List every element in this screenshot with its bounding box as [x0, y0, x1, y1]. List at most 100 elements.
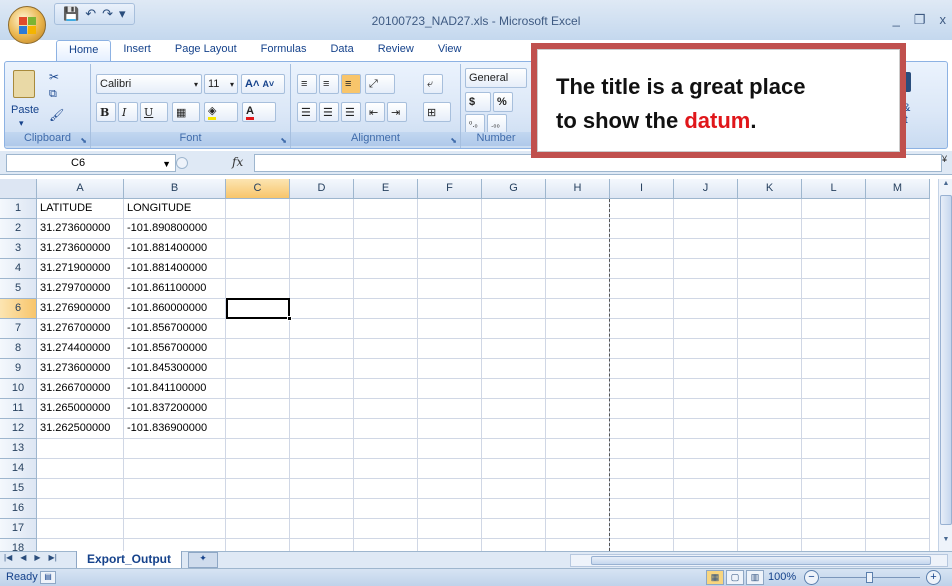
cell-c13[interactable] — [226, 439, 290, 459]
cell-e7[interactable] — [354, 319, 418, 339]
cell-d2[interactable] — [290, 219, 354, 239]
cell-a1[interactable]: LATITUDE — [37, 199, 124, 219]
fill-color-button[interactable]: ◈ — [204, 102, 238, 122]
cell-k3[interactable] — [738, 239, 802, 259]
cell-a2[interactable]: 31.273600000 — [37, 219, 124, 239]
cell-j8[interactable] — [674, 339, 738, 359]
cell-m7[interactable] — [866, 319, 930, 339]
select-all-corner[interactable] — [0, 179, 37, 199]
align-right-button[interactable]: ☰ — [341, 102, 361, 122]
cell-m10[interactable] — [866, 379, 930, 399]
cell-a12[interactable]: 31.262500000 — [37, 419, 124, 439]
cell-c16[interactable] — [226, 499, 290, 519]
cell-l17[interactable] — [802, 519, 866, 539]
font-size-select[interactable]: 11 ▾ — [204, 74, 238, 94]
cell-i11[interactable] — [610, 399, 674, 419]
cell-k11[interactable] — [738, 399, 802, 419]
cell-j17[interactable] — [674, 519, 738, 539]
sheet-tab-export-output[interactable]: Export_Output — [76, 551, 182, 569]
cell-k7[interactable] — [738, 319, 802, 339]
cell-i10[interactable] — [610, 379, 674, 399]
cell-d12[interactable] — [290, 419, 354, 439]
cell-c4[interactable] — [226, 259, 290, 279]
close-button[interactable]: x — [940, 12, 947, 28]
number-format-select[interactable]: General — [465, 68, 527, 88]
cell-m13[interactable] — [866, 439, 930, 459]
cell-l5[interactable] — [802, 279, 866, 299]
cell-m2[interactable] — [866, 219, 930, 239]
chevron-down-icon[interactable]: ▼ — [162, 156, 171, 172]
cell-j12[interactable] — [674, 419, 738, 439]
row-header-3[interactable]: 3 — [0, 239, 37, 259]
grow-shrink-font-buttons[interactable]: A˄ A˅ — [241, 74, 285, 94]
cell-j13[interactable] — [674, 439, 738, 459]
cell-h5[interactable] — [546, 279, 610, 299]
cell-g5[interactable] — [482, 279, 546, 299]
cell-h13[interactable] — [546, 439, 610, 459]
cell-b3[interactable]: -101.881400000 — [124, 239, 226, 259]
cell-f18[interactable] — [418, 539, 482, 551]
cell-b16[interactable] — [124, 499, 226, 519]
cell-m5[interactable] — [866, 279, 930, 299]
cell-g13[interactable] — [482, 439, 546, 459]
tab-formulas[interactable]: Formulas — [249, 40, 319, 62]
cell-l10[interactable] — [802, 379, 866, 399]
cell-h7[interactable] — [546, 319, 610, 339]
cell-d3[interactable] — [290, 239, 354, 259]
cell-m16[interactable] — [866, 499, 930, 519]
cell-l6[interactable] — [802, 299, 866, 319]
cell-c2[interactable] — [226, 219, 290, 239]
cell-e15[interactable] — [354, 479, 418, 499]
vertical-scroll-thumb[interactable] — [940, 195, 952, 525]
cell-d13[interactable] — [290, 439, 354, 459]
row-header-15[interactable]: 15 — [0, 479, 37, 499]
cell-i16[interactable] — [610, 499, 674, 519]
cell-l8[interactable] — [802, 339, 866, 359]
cell-e17[interactable] — [354, 519, 418, 539]
column-header-d[interactable]: D — [290, 179, 354, 199]
scroll-up-icon[interactable]: ▲ — [940, 180, 952, 194]
cell-l2[interactable] — [802, 219, 866, 239]
cell-h1[interactable] — [546, 199, 610, 219]
cell-b18[interactable] — [124, 539, 226, 551]
column-header-c[interactable]: C — [226, 179, 290, 199]
cell-f7[interactable] — [418, 319, 482, 339]
vertical-scrollbar[interactable]: ▲ ▼ — [938, 179, 952, 551]
decrease-decimal-button[interactable]: .₀₀ — [487, 114, 507, 134]
cell-l3[interactable] — [802, 239, 866, 259]
cell-f13[interactable] — [418, 439, 482, 459]
column-header-f[interactable]: F — [418, 179, 482, 199]
cell-h2[interactable] — [546, 219, 610, 239]
cut-icon[interactable]: ✂ — [49, 70, 59, 84]
insert-sheet-icon[interactable]: ✦ — [188, 552, 218, 568]
cell-l16[interactable] — [802, 499, 866, 519]
row-header-8[interactable]: 8 — [0, 339, 37, 359]
cell-i18[interactable] — [610, 539, 674, 551]
cell-b12[interactable]: -101.836900000 — [124, 419, 226, 439]
cell-h14[interactable] — [546, 459, 610, 479]
column-header-a[interactable]: A — [37, 179, 124, 199]
align-top-button[interactable]: ≡ — [297, 74, 317, 94]
cell-k17[interactable] — [738, 519, 802, 539]
cell-d5[interactable] — [290, 279, 354, 299]
cell-b14[interactable] — [124, 459, 226, 479]
cell-g18[interactable] — [482, 539, 546, 551]
cell-k12[interactable] — [738, 419, 802, 439]
cell-h6[interactable] — [546, 299, 610, 319]
cell-k13[interactable] — [738, 439, 802, 459]
cell-g11[interactable] — [482, 399, 546, 419]
percent-button[interactable]: % — [493, 92, 513, 112]
cell-g17[interactable] — [482, 519, 546, 539]
cell-c9[interactable] — [226, 359, 290, 379]
cell-g12[interactable] — [482, 419, 546, 439]
column-header-i[interactable]: I — [610, 179, 674, 199]
cell-c3[interactable] — [226, 239, 290, 259]
cell-i15[interactable] — [610, 479, 674, 499]
tab-home[interactable]: Home — [56, 40, 112, 62]
tab-view[interactable]: View — [426, 40, 474, 62]
row-header-4[interactable]: 4 — [0, 259, 37, 279]
orientation-button[interactable]: ⤢ — [365, 74, 395, 94]
cell-k1[interactable] — [738, 199, 802, 219]
font-color-button[interactable]: A — [242, 102, 276, 122]
cell-h18[interactable] — [546, 539, 610, 551]
